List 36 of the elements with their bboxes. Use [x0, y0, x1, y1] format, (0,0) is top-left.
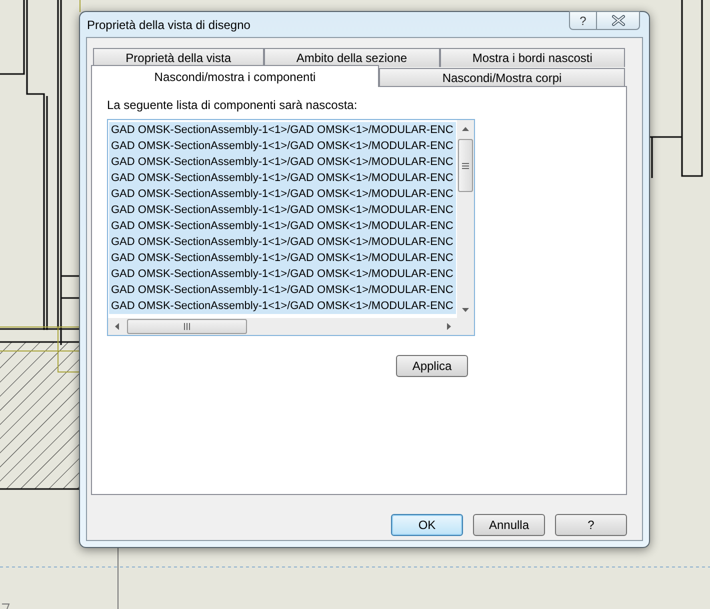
close-button[interactable]: [596, 11, 640, 30]
window-title: Proprietà della vista di disegno: [87, 18, 250, 33]
component-list[interactable]: [107, 119, 475, 336]
list-item[interactable]: GAD OMSK-SectionAssembly-1<1>/GAD OMSK<1>/MODULAR-ENC: [109, 154, 456, 170]
list-item[interactable]: GAD OMSK-SectionAssembly-1<1>/GAD OMSK<1>/MODULAR-ENC: [109, 234, 456, 250]
scroll-up-icon[interactable]: [462, 126, 469, 130]
help-button[interactable]: ?: [569, 11, 597, 30]
list-item[interactable]: GAD OMSK-SectionAssembly-1<1>/GAD OMSK<1>/MODULAR-ENC: [109, 250, 456, 266]
scroll-left-icon[interactable]: [114, 323, 118, 330]
dialog-button[interactable]: ?: [555, 514, 627, 536]
list-item[interactable]: GAD OMSK-SectionAssembly-1<1>/GAD OMSK<1>/MODULAR-ENC: [109, 282, 456, 298]
scrollbar-thumb[interactable]: [127, 319, 247, 334]
scroll-right-icon[interactable]: [446, 323, 450, 330]
grip-icon: [462, 162, 469, 168]
tab[interactable]: Mostra i bordi nascosti: [440, 48, 626, 67]
list-item[interactable]: GAD OMSK-SectionAssembly-1<1>/GAD OMSK<1>/MODULAR-ENC: [109, 122, 456, 138]
list-item[interactable]: GAD OMSK-SectionAssembly-1<1>/GAD OMSK<1>/MODULAR-ENC: [109, 266, 456, 282]
apply-button[interactable]: Applica: [396, 355, 468, 377]
dialog-button[interactable]: OK: [391, 514, 463, 536]
list-item[interactable]: GAD OMSK-SectionAssembly-1<1>/GAD OMSK<1>/MODULAR-ENC: [109, 202, 456, 218]
tab[interactable]: Ambito della sezione: [264, 48, 440, 67]
list-item[interactable]: GAD OMSK-SectionAssembly-1<1>/GAD OMSK<1>/MODULAR-ENC: [109, 298, 456, 314]
list-caption: La seguente lista di componenti sarà nascosta:: [107, 98, 358, 112]
vertical-scrollbar[interactable]: [457, 120, 474, 318]
grip-icon: [184, 323, 190, 330]
dialog-button[interactable]: Annulla: [473, 514, 545, 536]
list-item[interactable]: GAD OMSK-SectionAssembly-1<1>/GAD OMSK<1>/MODULAR-ENC: [109, 170, 456, 186]
scroll-down-icon[interactable]: [462, 308, 469, 312]
close-icon: [612, 15, 624, 26]
tab[interactable]: Nascondi/Mostra corpi: [379, 68, 625, 87]
scrollbar-thumb[interactable]: [458, 139, 473, 192]
tab[interactable]: Nascondi/mostra i componenti: [91, 65, 380, 87]
horizontal-scrollbar[interactable]: [108, 318, 457, 335]
list-item[interactable]: GAD OMSK-SectionAssembly-1<1>/GAD OMSK<1>/MODULAR-ENC: [109, 186, 456, 202]
list-item[interactable]: GAD OMSK-SectionAssembly-1<1>/GAD OMSK<1>/MODULAR-ENC: [109, 218, 456, 234]
list-item[interactable]: GAD OMSK-SectionAssembly-1<1>/GAD OMSK<1>/MODULAR-ENC: [109, 138, 456, 154]
